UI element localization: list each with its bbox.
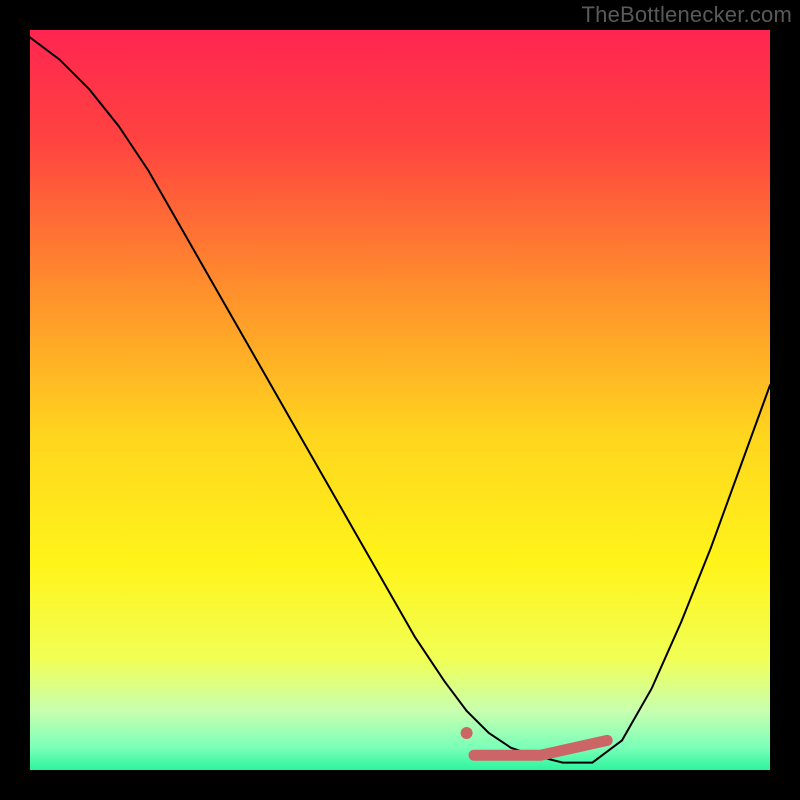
watermark-text: TheBottlenecker.com (582, 2, 792, 28)
chart-plot-area (30, 30, 770, 770)
optimal-point-marker (461, 727, 473, 739)
chart-svg (30, 30, 770, 770)
chart-background-gradient (30, 30, 770, 770)
